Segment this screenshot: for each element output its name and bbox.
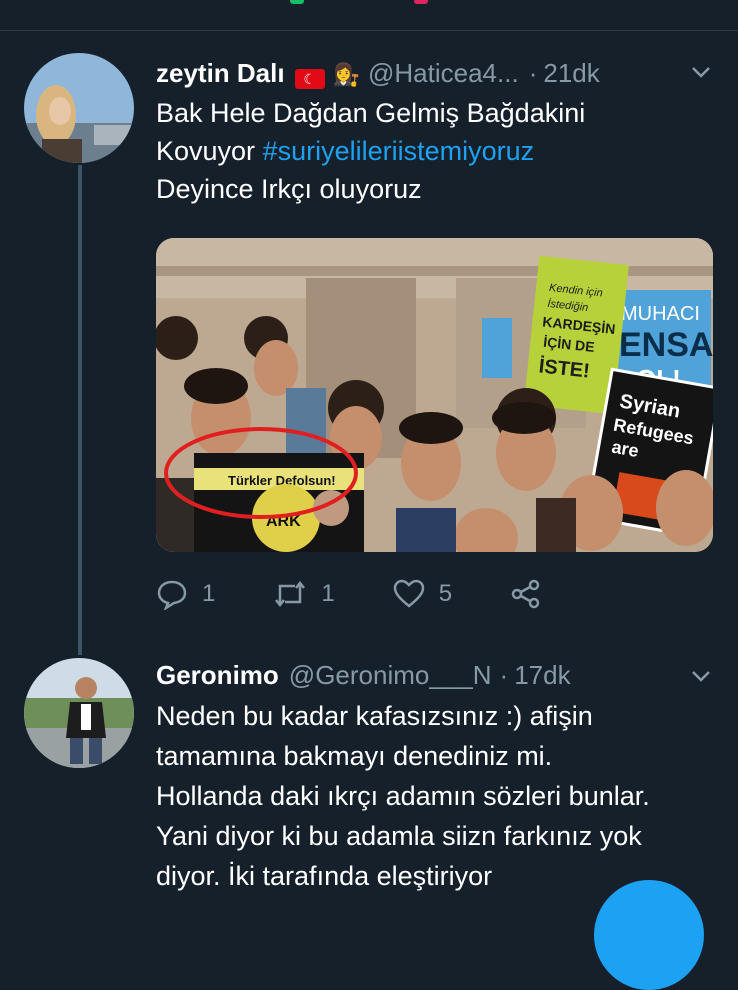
sign-text: ENSA: [619, 326, 713, 364]
chevron-down-icon[interactable]: [690, 664, 712, 690]
display-name[interactable]: zeytin Dalı: [156, 58, 285, 89]
timestamp[interactable]: 21dk: [543, 58, 599, 89]
tweet-photo[interactable]: MUHACI ENSA OL! Kendin için İstediğin KA…: [156, 238, 713, 552]
display-name[interactable]: Geronimo: [156, 660, 279, 691]
tweet-text-line: diyor. İki tarafında eleştiriyor: [156, 861, 493, 891]
compose-button[interactable]: [594, 880, 704, 990]
chevron-down-icon[interactable]: [690, 60, 712, 86]
tweet-text-line: Neden bu kadar kafasızsınız :) afişin: [156, 701, 593, 731]
tweet-text-line: tamamına bakmayı denediniz mi.: [156, 741, 553, 771]
turkey-flag-icon: ☾: [294, 69, 325, 89]
tweet-header: Geronimo @Geronimo___N · 17dk: [156, 660, 571, 691]
tweet-actions: 1 1 5: [156, 572, 596, 616]
separator: ·: [499, 660, 509, 690]
reply-button[interactable]: 1: [156, 578, 215, 610]
share-button[interactable]: [510, 578, 556, 610]
thread-connector: [78, 165, 82, 655]
tweet-text-line: Hollanda daki ıkrçı adamın sözleri bunla…: [156, 781, 650, 811]
user-handle[interactable]: @Haticea4...: [368, 58, 519, 89]
timestamp[interactable]: 17dk: [514, 660, 570, 691]
user-handle[interactable]: @Geronimo___N: [289, 660, 492, 691]
tweet-text-line: Kovuyor #suriyelileriistemiyoruz: [156, 132, 585, 170]
tweet-text-line: Yani diyor ki bu adamla siizn farkınız y…: [156, 821, 642, 851]
like-icon: [393, 579, 424, 608]
reply-icon: [157, 580, 187, 610]
share-icon: [511, 579, 540, 609]
sign-text: MUHACI: [621, 303, 700, 325]
retweet-icon: [275, 580, 306, 608]
tweet-text-line: Deyince Irkçı oluyoruz: [156, 174, 422, 204]
prev-retweet-icon: [290, 0, 304, 4]
retweet-button[interactable]: 1: [273, 578, 335, 610]
judge-emoji-icon: 👩‍⚖️: [332, 62, 360, 87]
retweet-count: 1: [321, 580, 335, 607]
tweet-text: Neden bu kadar kafasızsınız :) afişin ta…: [156, 696, 650, 896]
tweet-text: Bak Hele Dağdan Gelmiş Bağdakini Kovuyor…: [156, 94, 585, 208]
reply-count: 1: [202, 580, 216, 607]
tweet-divider: [0, 30, 738, 31]
tweet-text-line: Bak Hele Dağdan Gelmiş Bağdakini: [156, 98, 586, 128]
avatar[interactable]: [24, 658, 134, 768]
text-fragment: Kovuyor: [156, 136, 263, 166]
like-count: 5: [438, 580, 453, 607]
previous-tweet-edge: [0, 0, 738, 10]
prev-like-icon: [414, 0, 428, 4]
hashtag-link[interactable]: #suriyelileriistemiyoruz: [263, 136, 535, 166]
avatar[interactable]: [24, 53, 134, 163]
tweet-header: zeytin Dalı ☾ 👩‍⚖️ @Haticea4... · 21dk: [156, 58, 600, 89]
separator: ·: [528, 58, 538, 88]
like-button[interactable]: 5: [393, 579, 452, 609]
